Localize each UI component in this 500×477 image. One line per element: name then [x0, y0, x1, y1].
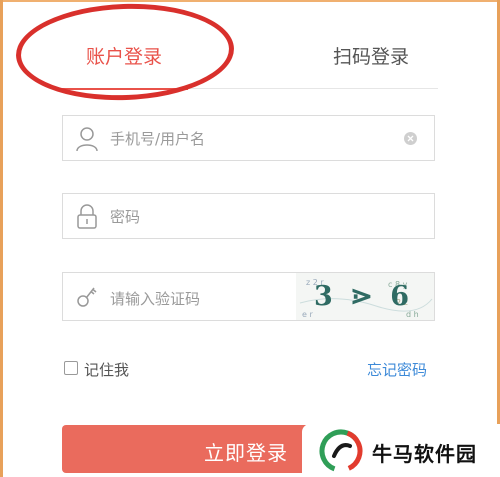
password-placeholder: 密码 [110, 208, 141, 226]
top-edge-border [0, 0, 500, 2]
password-field[interactable]: 密码 [62, 193, 435, 239]
username-placeholder: 手机号/用户名 [110, 130, 206, 148]
lock-icon [75, 204, 99, 230]
captcha-placeholder: 请输入验证码 [110, 290, 201, 308]
key-icon [75, 283, 99, 309]
remember-checkbox[interactable] [64, 361, 78, 375]
svg-text:e r: e r [302, 310, 313, 319]
clear-icon[interactable] [404, 132, 417, 145]
tab-divider [188, 88, 438, 89]
captcha-field[interactable]: 请输入验证码 z 2 r c 8 y 2 z e r d h 3 ⋗ 6 [62, 272, 435, 321]
user-icon [75, 126, 99, 152]
captcha-text: 3 ⋗ 6 [314, 281, 413, 312]
login-button-label: 立即登录 [204, 441, 288, 465]
watermark-text: 牛马软件园 [372, 442, 477, 466]
forgot-password-link[interactable]: 忘记密码 [367, 359, 427, 380]
left-edge-border [0, 0, 3, 477]
watermark-logo [319, 429, 363, 473]
captcha-image[interactable]: z 2 r c 8 y 2 z e r d h 3 ⋗ 6 [296, 273, 434, 320]
watermark-overlay: 牛马软件园 [302, 424, 500, 477]
remember-label: 记住我 [84, 361, 130, 379]
username-field[interactable]: 手机号/用户名 [62, 115, 435, 161]
tab-qr-login[interactable]: 扫码登录 [333, 42, 409, 69]
